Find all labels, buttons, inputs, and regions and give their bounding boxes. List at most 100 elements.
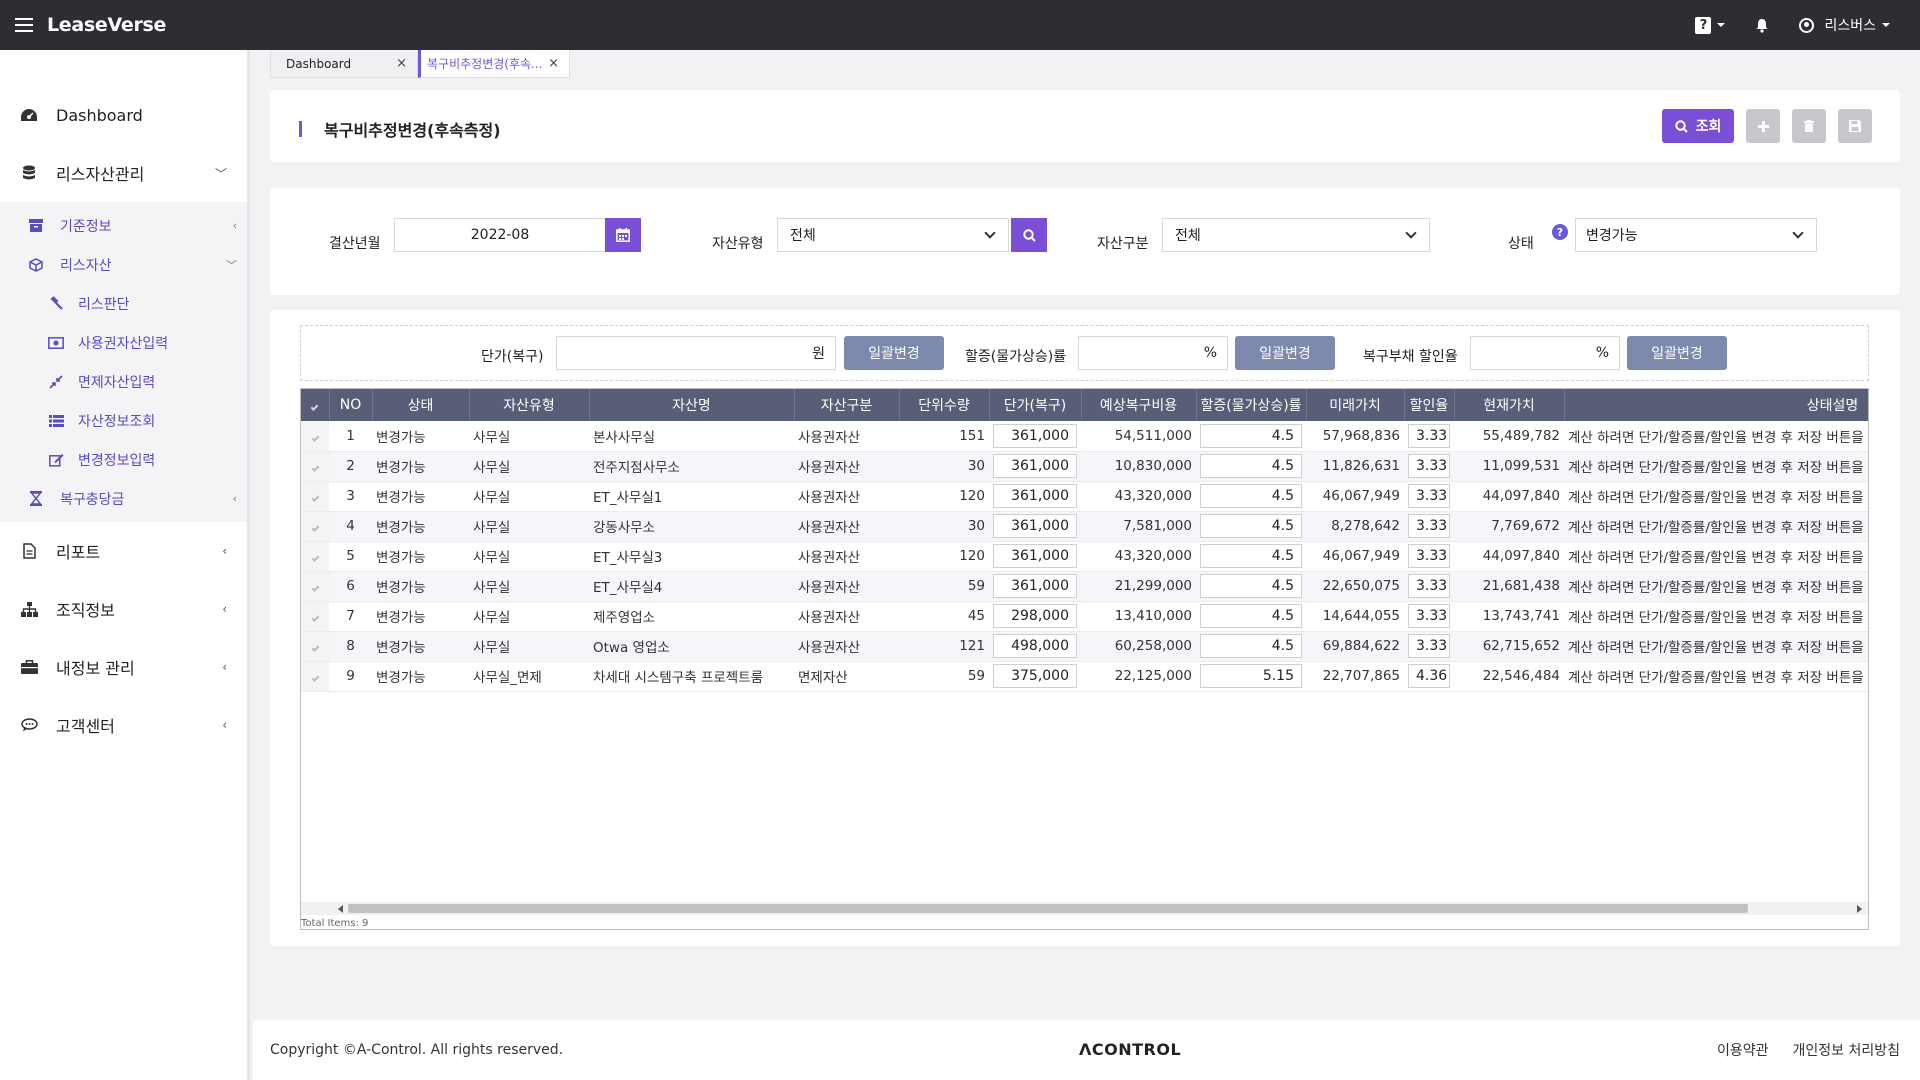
tab-dashboard[interactable]: Dashboard ×	[270, 50, 418, 78]
cell-unit-price-input[interactable]: 375,000	[993, 664, 1077, 688]
cell-rate-input[interactable]: 5.15	[1200, 664, 1302, 688]
sidebar-item-support[interactable]: 고객센터 ‹	[0, 696, 247, 754]
asset-type-search-button[interactable]	[1011, 218, 1047, 252]
bulk-unit-price-apply-button[interactable]: 일괄변경	[844, 336, 944, 370]
row-checkbox[interactable]	[301, 601, 329, 632]
cell-unit-price-input[interactable]: 498,000	[993, 634, 1077, 658]
sidebar-item-base-info[interactable]: 기준정보 ‹	[0, 206, 247, 245]
row-checkbox[interactable]	[301, 571, 329, 602]
table-row[interactable]: 7 변경가능 사무실 제주영업소 사용권자산 45 298,000 13,410,000 4.5…	[301, 601, 1868, 632]
cell-discount-input[interactable]: 3.33	[1408, 484, 1450, 508]
column-header[interactable]: 할인율	[1404, 389, 1455, 421]
cell-discount-input[interactable]: 3.33	[1408, 454, 1450, 478]
scrollbar-thumb[interactable]	[348, 904, 1748, 913]
cell-rate-input[interactable]: 4.5	[1200, 514, 1302, 538]
column-header[interactable]: 자산명	[589, 389, 795, 421]
asset-class-select[interactable]: 전체	[1162, 218, 1430, 252]
column-header[interactable]: 할증(물가상승)률	[1196, 389, 1307, 421]
column-header[interactable]: 단가(복구)	[989, 389, 1082, 421]
table-row[interactable]: 8 변경가능 사무실 Otwa 영업소 사용권자산 121 498,000 60,258,00…	[301, 631, 1868, 662]
asset-type-select[interactable]: 전체	[777, 218, 1009, 252]
cell-rate-input[interactable]: 4.5	[1200, 454, 1302, 478]
row-checkbox[interactable]	[301, 631, 329, 662]
calendar-button[interactable]	[605, 218, 641, 252]
close-icon[interactable]: ×	[548, 56, 559, 71]
status-select[interactable]: 변경가능	[1575, 218, 1817, 252]
column-header[interactable]: 상태	[372, 389, 470, 421]
table-row[interactable]: 1 변경가능 사무실 본사사무실 사용권자산 151 361,000 54,511,000 4.…	[301, 421, 1868, 452]
terms-link[interactable]: 이용약관	[1717, 1040, 1769, 1060]
table-row[interactable]: 2 변경가능 사무실 전주지점사무소 사용권자산 30 361,000 10,830,000 4…	[301, 451, 1868, 482]
sidebar-item-dashboard[interactable]: Dashboard	[0, 86, 247, 144]
column-header[interactable]: NO	[329, 389, 373, 421]
cell-discount-input[interactable]: 3.33	[1408, 604, 1450, 628]
cell-unit-price-input[interactable]: 361,000	[993, 454, 1077, 478]
cell-rate-input[interactable]: 4.5	[1200, 604, 1302, 628]
bell-icon[interactable]	[1755, 18, 1769, 33]
scroll-left-icon[interactable]	[338, 905, 343, 913]
cell-rate-input[interactable]: 4.5	[1200, 634, 1302, 658]
table-row[interactable]: 3 변경가능 사무실 ET_사무실1 사용권자산 120 361,000 43,320,000…	[301, 481, 1868, 512]
sidebar-item-lease-assets[interactable]: 리스자산관리 ﹀	[0, 144, 247, 202]
cell-unit-price-input[interactable]: 361,000	[993, 423, 1077, 448]
row-checkbox[interactable]	[301, 511, 329, 542]
cell-unit-price-input[interactable]: 361,000	[993, 484, 1077, 508]
bulk-discount-input[interactable]: %	[1470, 336, 1620, 370]
sidebar-item-reports[interactable]: 리포트 ‹	[0, 522, 247, 580]
close-icon[interactable]: ×	[396, 56, 407, 71]
tab-restoration-estimate-change[interactable]: 복구비추정변경(후속... ×	[418, 50, 570, 78]
table-row[interactable]: 6 변경가능 사무실 ET_사무실4 사용권자산 59 361,000 21,299,000 4…	[301, 571, 1868, 602]
cell-discount-input[interactable]: 3.33	[1408, 574, 1450, 598]
cell-rate-input[interactable]: 4.5	[1200, 544, 1302, 568]
select-all-checkbox[interactable]	[301, 389, 330, 421]
table-row[interactable]: 9 변경가능 사무실_면제 차세대 시스템구축 프로젝트룸 면제자산 59 375,000 2…	[301, 661, 1868, 692]
cell-rate-input[interactable]: 4.5	[1200, 484, 1302, 508]
sidebar-item-asset-info-lookup[interactable]: 자산정보조회	[0, 401, 247, 440]
sidebar-item-organization[interactable]: 조직정보 ‹	[0, 580, 247, 638]
bulk-rate-apply-button[interactable]: 일괄변경	[1235, 336, 1335, 370]
column-header[interactable]: 예상복구비용	[1081, 389, 1197, 421]
row-checkbox[interactable]	[301, 661, 329, 692]
sidebar-item-rou-asset-input[interactable]: 사용권자산입력	[0, 323, 247, 362]
sidebar-item-change-info-input[interactable]: 변경정보입력	[0, 440, 247, 479]
cell-unit-price-input[interactable]: 361,000	[993, 574, 1077, 598]
app-brand[interactable]: LeaseVerse	[47, 14, 166, 36]
help-circle-icon[interactable]: ?	[1552, 224, 1568, 240]
user-menu[interactable]: 리스버스	[1799, 15, 1890, 35]
help-menu[interactable]: ?	[1695, 16, 1726, 34]
table-row[interactable]: 4 변경가능 사무실 강동사무소 사용권자산 30 361,000 7,581,000 4.5 8…	[301, 511, 1868, 542]
column-header[interactable]: 미래가치	[1306, 389, 1405, 421]
bulk-rate-input[interactable]: %	[1078, 336, 1228, 370]
bulk-discount-apply-button[interactable]: 일괄변경	[1627, 336, 1727, 370]
row-checkbox[interactable]	[301, 481, 329, 512]
bulk-unit-price-input[interactable]: 원	[556, 336, 836, 370]
sidebar-item-lease-asset[interactable]: 리스자산 ﹀	[0, 245, 247, 284]
column-header[interactable]: 단위수량	[899, 389, 990, 421]
cell-unit-price-input[interactable]: 298,000	[993, 604, 1077, 628]
sidebar-item-restoration-provision[interactable]: 복구충당금 ‹	[0, 479, 247, 518]
sidebar-item-lease-judgment[interactable]: 리스판단	[0, 284, 247, 323]
cell-unit-price-input[interactable]: 361,000	[993, 544, 1077, 568]
cell-discount-input[interactable]: 4.36	[1408, 664, 1450, 688]
privacy-link[interactable]: 개인정보 처리방침	[1793, 1040, 1901, 1060]
row-checkbox[interactable]	[301, 541, 329, 572]
cell-discount-input[interactable]: 3.33	[1408, 423, 1450, 448]
row-checkbox[interactable]	[301, 451, 329, 482]
cell-discount-input[interactable]: 3.33	[1408, 544, 1450, 568]
table-row[interactable]: 5 변경가능 사무실 ET_사무실3 사용권자산 120 361,000 43,320,000…	[301, 541, 1868, 572]
save-button[interactable]	[1838, 109, 1872, 143]
cell-rate-input[interactable]: 4.5	[1200, 574, 1302, 598]
cell-discount-input[interactable]: 3.33	[1408, 514, 1450, 538]
horizontal-scrollbar[interactable]	[301, 902, 1868, 915]
row-checkbox[interactable]	[301, 421, 329, 452]
column-header[interactable]: 자산구분	[794, 389, 900, 421]
menu-icon[interactable]	[15, 18, 33, 32]
period-input[interactable]: 2022-08	[394, 218, 606, 252]
sidebar-item-exempt-asset-input[interactable]: 면제자산입력	[0, 362, 247, 401]
sidebar-item-my-info[interactable]: 내정보 관리 ‹	[0, 638, 247, 696]
cell-rate-input[interactable]: 4.5	[1200, 423, 1302, 448]
column-header[interactable]: 상태설명	[1564, 389, 1868, 421]
column-header[interactable]: 현재가치	[1454, 389, 1565, 421]
search-button[interactable]: 조회	[1662, 109, 1734, 143]
scroll-right-icon[interactable]	[1857, 905, 1862, 913]
